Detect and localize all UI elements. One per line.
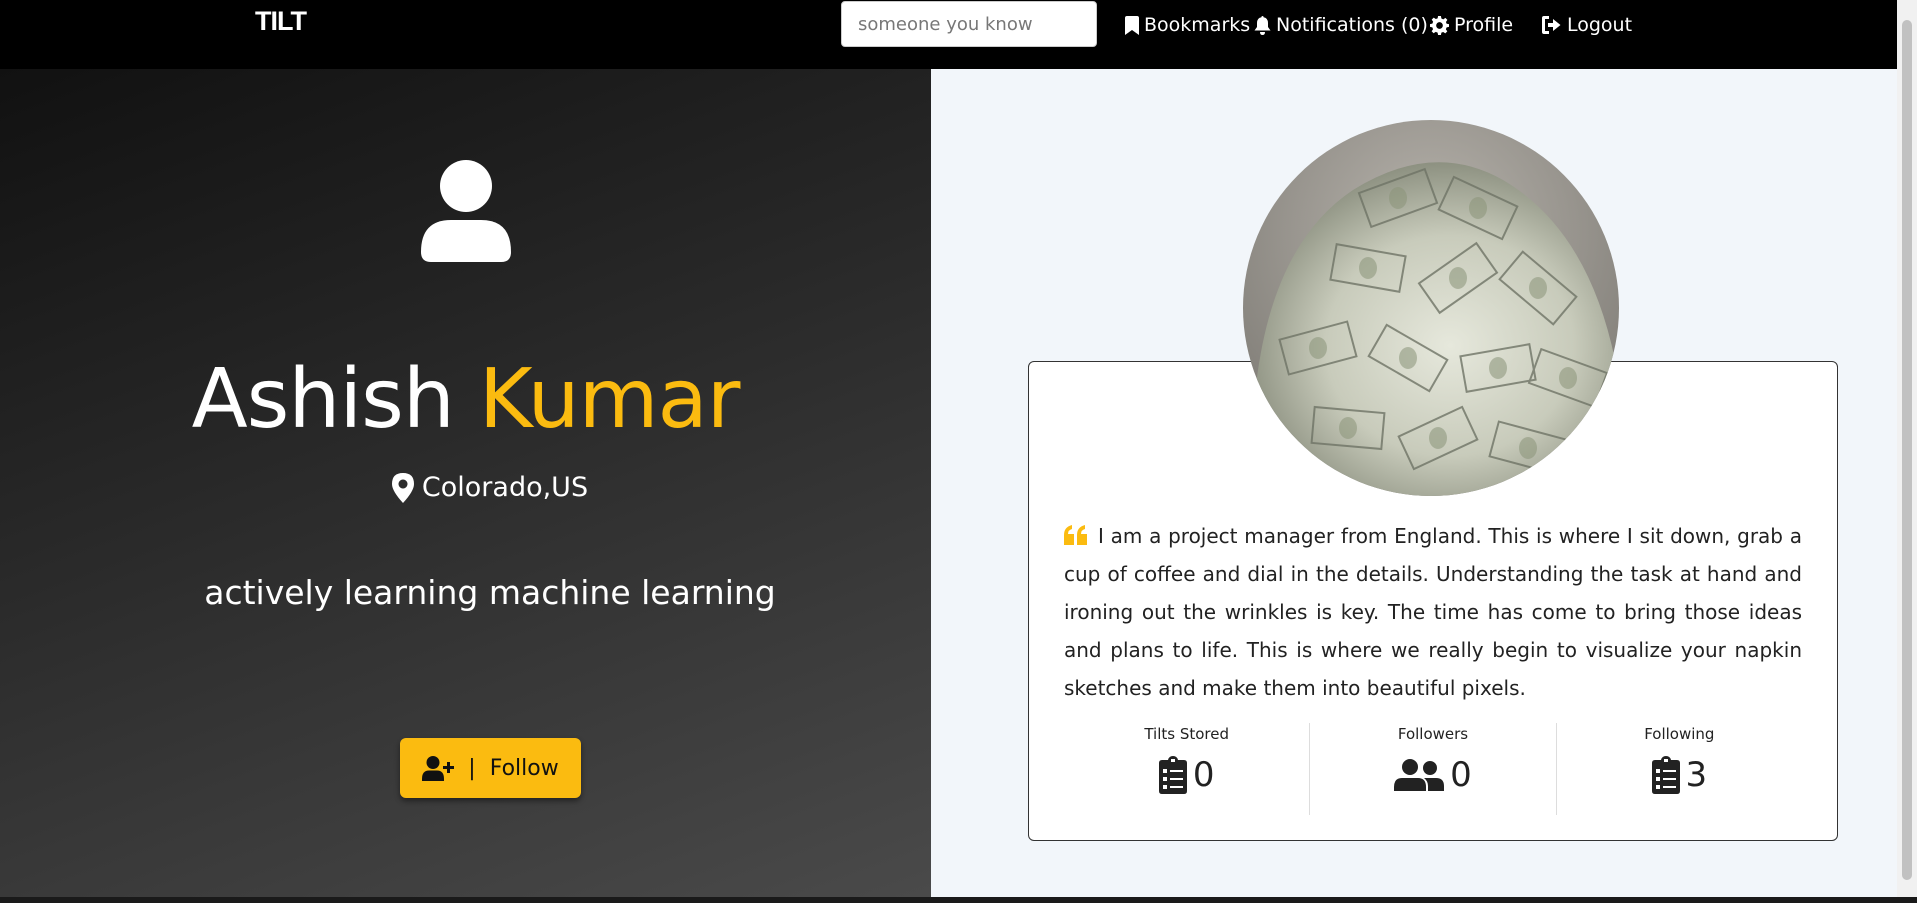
nav-notifications-label: Notifications (0) <box>1276 14 1428 36</box>
profile-photo <box>1243 120 1619 496</box>
follow-button-label: Follow <box>489 755 559 781</box>
profile-location: Colorado,US <box>0 472 980 503</box>
profile-name: Ashish Kumar <box>0 352 931 447</box>
navbar: TILT Bookmarks Notifications (0) Profile… <box>0 0 1917 69</box>
profile-stats: Tilts Stored 0 Followers 0 Following 3 <box>1064 723 1802 815</box>
nav-bookmarks-label: Bookmarks <box>1144 14 1251 36</box>
clipboard-list-icon <box>1651 756 1680 794</box>
page-scrollbar-thumb[interactable] <box>1902 20 1912 880</box>
sign-out-icon <box>1542 16 1561 34</box>
money-pile-image <box>1243 120 1619 496</box>
search-input[interactable] <box>841 1 1097 47</box>
profile-bio: I am a project manager from England. Thi… <box>1064 517 1802 707</box>
nav-bookmarks-link[interactable]: Bookmarks <box>1125 12 1250 38</box>
nav-logout-label: Logout <box>1567 14 1633 36</box>
follow-button[interactable]: | Follow <box>400 738 581 798</box>
stat-following[interactable]: Following 3 <box>1555 723 1802 815</box>
stat-label: Followers <box>1397 725 1469 743</box>
gear-icon <box>1430 15 1449 35</box>
nav-profile-link[interactable]: Profile <box>1430 12 1513 38</box>
stat-value-row: 0 <box>1064 755 1309 795</box>
stat-tilts-stored[interactable]: Tilts Stored 0 <box>1064 723 1309 815</box>
profile-hero-panel: Ashish Kumar Colorado,US actively learni… <box>0 69 931 897</box>
page-bottom-edge <box>0 897 1917 903</box>
stat-value: 0 <box>1450 755 1472 795</box>
follow-button-separator: | <box>468 755 476 781</box>
profile-tagline: actively learning machine learning <box>204 573 776 612</box>
stat-value-row: 0 <box>1310 755 1555 795</box>
bio-text: I am a project manager from England. Thi… <box>1064 524 1802 700</box>
nav-profile-label: Profile <box>1454 14 1514 36</box>
bookmark-icon <box>1125 15 1139 35</box>
stat-value: 3 <box>1685 755 1708 795</box>
stat-followers[interactable]: Followers 0 <box>1309 723 1555 815</box>
user-avatar-icon <box>421 160 511 262</box>
bell-icon <box>1254 15 1271 35</box>
location-text: Colorado,US <box>421 472 589 503</box>
map-marker-icon <box>391 472 414 503</box>
stat-label: Following <box>1644 725 1715 743</box>
stat-value: 0 <box>1192 755 1215 795</box>
clipboard-list-icon <box>1158 756 1187 794</box>
user-plus-icon <box>422 755 455 781</box>
quote-left-icon <box>1064 525 1087 545</box>
users-icon <box>1394 759 1445 791</box>
brand-logo[interactable]: TILT <box>255 6 307 37</box>
nav-logout-link[interactable]: Logout <box>1542 12 1632 38</box>
stat-value-row: 3 <box>1557 755 1802 795</box>
stat-label: Tilts Stored <box>1144 725 1229 743</box>
first-name: Ashish <box>191 352 455 447</box>
last-name: Kumar <box>478 352 740 447</box>
nav-notifications-link[interactable]: Notifications (0) <box>1254 12 1428 38</box>
